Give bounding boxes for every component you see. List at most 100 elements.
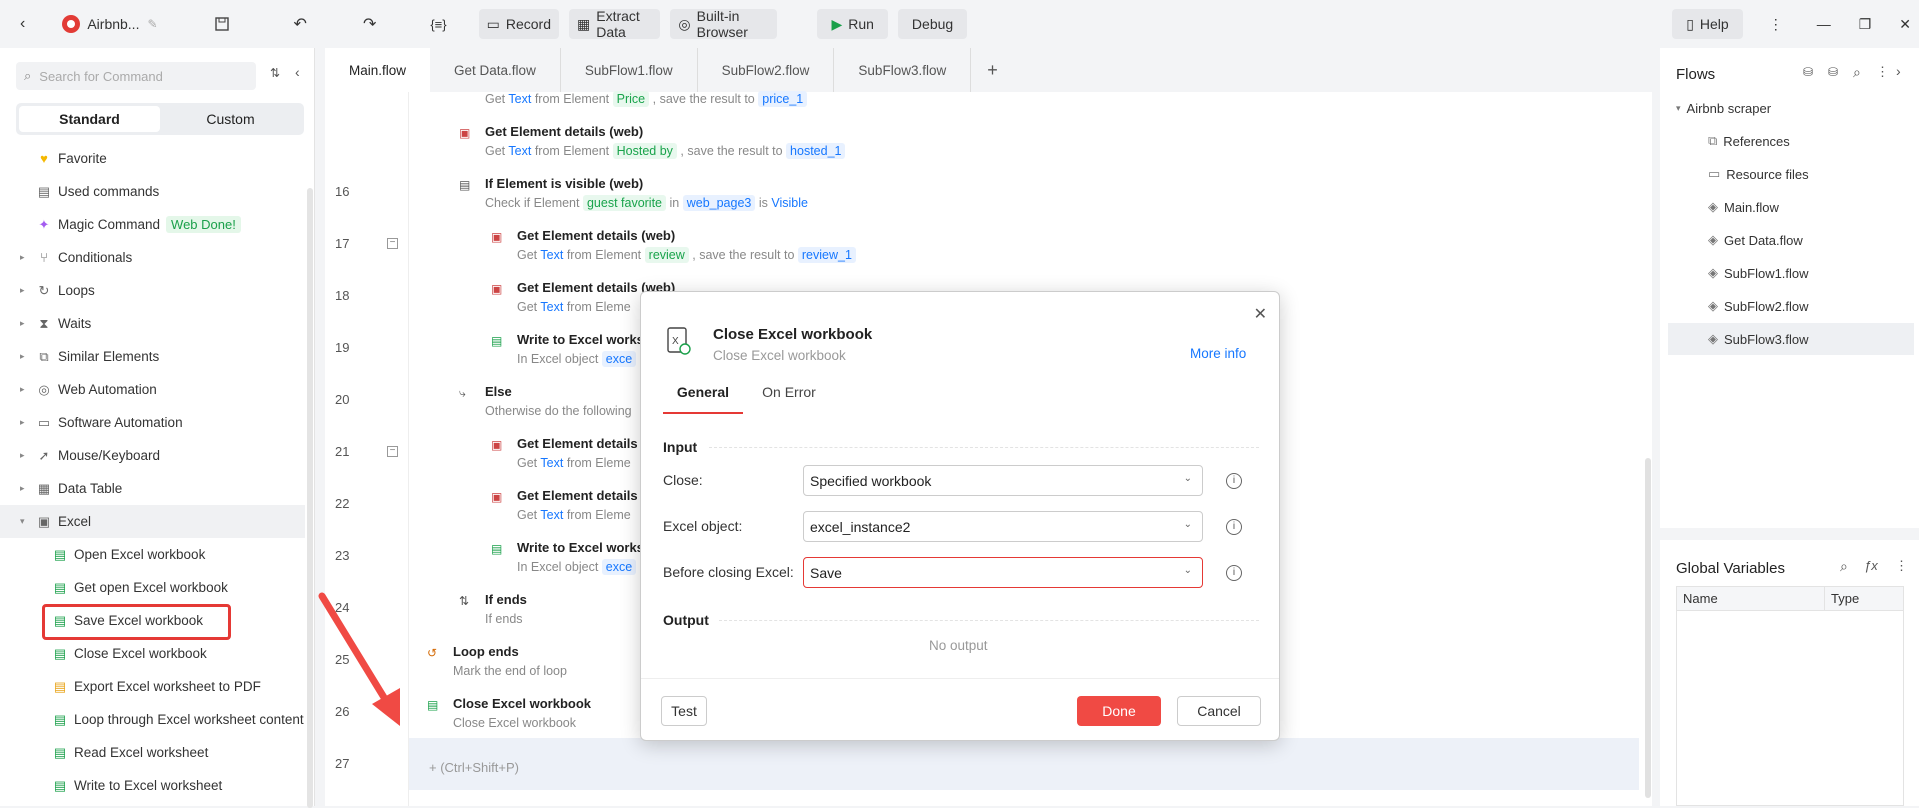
excel-item-loop-worksheet[interactable]: ▤ Loop through Excel worksheet content — [0, 703, 305, 736]
info-icon[interactable]: i — [1226, 565, 1242, 581]
save-icon[interactable] — [206, 9, 238, 39]
sidebar-item-waits[interactable]: ▸ ⧗ Waits — [0, 307, 305, 340]
flow-item-subflow1[interactable]: ◈ SubFlow1.flow — [1708, 257, 1919, 289]
flow-step-21[interactable]: ⤷ Else Otherwise do the following — [459, 384, 632, 418]
edit-name-icon[interactable]: ✎ — [147, 9, 165, 39]
tab-subflow3[interactable]: SubFlow3.flow — [834, 48, 972, 92]
sidebar-item-data-table[interactable]: ▸ ▦ Data Table — [0, 472, 305, 505]
cancel-button[interactable]: Cancel — [1177, 696, 1261, 726]
sidebar-item-excel[interactable]: ▾ ▣ Excel — [0, 505, 305, 538]
info-icon[interactable]: i — [1226, 519, 1242, 535]
tab-on-error[interactable]: On Error — [749, 384, 829, 414]
back-arrow-icon[interactable]: ‹ — [12, 9, 33, 39]
flow-item-resource-files[interactable]: ▭ Resource files — [1708, 158, 1919, 190]
run-button[interactable]: ▶ Run — [817, 9, 888, 39]
restore-icon[interactable]: ❐ — [1851, 9, 1880, 39]
flow-item-main[interactable]: ◈ Main.flow — [1708, 191, 1919, 223]
add-step-hint[interactable]: + (Ctrl+Shift+P) — [429, 760, 519, 775]
word: from Eleme — [566, 456, 631, 470]
sidebar-item-web-automation[interactable]: ▸ ◎ Web Automation — [0, 373, 305, 406]
record-button[interactable]: ▭ Record — [478, 9, 559, 39]
globe-icon: ◎ — [678, 15, 691, 32]
flow-step-20[interactable]: ▤ Write to Excel works In Excel object e… — [491, 332, 644, 367]
variables-icon[interactable]: {≡} — [422, 9, 454, 39]
excel-item-get-open-workbook[interactable]: ▤ Get open Excel workbook — [0, 571, 305, 604]
debug-button[interactable]: Debug — [897, 9, 968, 39]
function-icon[interactable]: ƒx — [1864, 558, 1878, 573]
fold-toggle-icon[interactable]: − — [387, 238, 398, 249]
editor-scrollbar[interactable] — [1645, 458, 1651, 798]
flow-step-27[interactable]: ▤ Close Excel workbook Close Excel workb… — [427, 696, 591, 730]
add-tab-button[interactable]: + — [971, 48, 1014, 92]
sidebar-item-magic-command[interactable]: ✦ Magic Command Web Done! — [0, 208, 305, 241]
excel-item-label: Export Excel worksheet to PDF — [74, 679, 261, 694]
tab-subflow2[interactable]: SubFlow2.flow — [698, 48, 835, 92]
tab-custom[interactable]: Custom — [160, 106, 301, 132]
excel-item-export-pdf[interactable]: ▤ Export Excel worksheet to PDF — [0, 670, 305, 703]
tab-general[interactable]: General — [663, 384, 743, 414]
sidebar-item-software-automation[interactable]: ▸ ▭ Software Automation — [0, 406, 305, 439]
more-menu-icon[interactable]: ⋮ — [1761, 9, 1791, 39]
sidebar-item-similar-elements[interactable]: ▸ ⧉ Similar Elements — [0, 340, 305, 373]
excel-item-label: Get open Excel workbook — [74, 580, 228, 595]
column-name: Name — [1677, 587, 1825, 610]
more-info-link[interactable]: More info — [1190, 346, 1246, 361]
flow-step-26[interactable]: ↺ Loop ends Mark the end of loop — [427, 644, 567, 678]
tab-get-data-flow[interactable]: Get Data.flow — [430, 48, 561, 92]
flow-step-15[interactable]: Get Text from Element Price , save the r… — [485, 91, 808, 107]
tab-standard[interactable]: Standard — [19, 106, 160, 132]
help-button[interactable]: ▯ Help — [1672, 9, 1743, 39]
flow-step-24[interactable]: ▤ Write to Excel works In Excel object e… — [491, 540, 644, 575]
sidebar-item-conditionals[interactable]: ▸ ⑂ Conditionals — [0, 241, 305, 274]
close-select[interactable]: Specified workbook ⌄ — [803, 465, 1203, 496]
copy-icon: ⧉ — [39, 348, 49, 364]
project-node[interactable]: ▾ Airbnb scraper — [1676, 92, 1919, 124]
layers-icon: ◈ — [1708, 232, 1718, 247]
excel-item-open-workbook[interactable]: ▤ Open Excel workbook — [0, 538, 305, 571]
flow-step-25[interactable]: ⇅ If ends If ends — [459, 592, 527, 626]
collapse-sidebar-icon[interactable]: ‹ — [295, 64, 300, 80]
flow-step-17[interactable]: ▤ If Element is visible (web) Check if E… — [459, 176, 808, 211]
info-icon[interactable]: i — [1226, 473, 1242, 489]
sidebar-item-mouse-keyboard[interactable]: ▸ ➚ Mouse/Keyboard — [0, 439, 305, 472]
excel-item-read-worksheet[interactable]: ▤ Read Excel worksheet — [0, 736, 305, 769]
sidebar-scrollbar[interactable] — [307, 188, 313, 808]
add-subflow-icon[interactable]: ⛁ — [1828, 65, 1838, 79]
flow-step-18[interactable]: ▣ Get Element details (web) Get Text fro… — [491, 228, 856, 263]
sidebar-item-used-commands[interactable]: ▤ Used commands — [0, 175, 305, 208]
tab-main-flow[interactable]: Main.flow — [325, 48, 431, 92]
flow-step-16[interactable]: ▣ Get Element details (web) Get Text fro… — [459, 124, 846, 159]
undo-icon[interactable]: ↶ — [286, 9, 315, 39]
minimize-icon[interactable]: — — [1809, 9, 1839, 39]
flow-item-subflow3[interactable]: ◈ SubFlow3.flow — [1668, 323, 1914, 355]
before-closing-select[interactable]: Save ⌄ — [803, 557, 1203, 588]
search-variables-icon[interactable]: ⌕ — [1840, 558, 1848, 575]
tab-subflow1[interactable]: SubFlow1.flow — [561, 48, 698, 92]
flow-item-subflow2[interactable]: ◈ SubFlow2.flow — [1708, 290, 1919, 322]
search-input[interactable]: ⌕ Search for Command — [16, 62, 256, 90]
search-flows-icon[interactable]: ⌕ — [1853, 64, 1861, 81]
excel-item-close-workbook[interactable]: ▤ Close Excel workbook — [0, 637, 305, 670]
close-window-icon[interactable]: ✕ — [1891, 9, 1919, 39]
more-icon[interactable]: ⋮ — [1876, 64, 1889, 80]
excel-item-write-worksheet[interactable]: ▤ Write to Excel worksheet — [0, 769, 305, 802]
close-dialog-icon[interactable]: ✕ — [1254, 304, 1267, 324]
collapse-panel-icon[interactable]: › — [1896, 63, 1901, 79]
add-flow-icon[interactable]: ⛁ — [1803, 65, 1813, 79]
redo-icon[interactable]: ↷ — [355, 9, 384, 39]
fold-toggle-icon[interactable]: − — [387, 446, 398, 457]
built-in-browser-button[interactable]: ◎ Built-in Browser — [670, 8, 778, 40]
word: Check if Element — [485, 196, 580, 210]
extract-data-button[interactable]: ▦ Extract Data — [569, 8, 661, 40]
test-button[interactable]: Test — [661, 696, 707, 726]
excel-object-select[interactable]: excel_instance2 ⌄ — [803, 511, 1203, 542]
flow-item-references[interactable]: ⧉ References — [1708, 125, 1919, 157]
sidebar-item-favorite[interactable]: ♥ Favorite — [0, 142, 305, 175]
done-button[interactable]: Done — [1077, 696, 1161, 726]
sort-icon[interactable]: ⇅ — [270, 66, 280, 80]
sidebar-item-loops[interactable]: ▸ ↻ Loops — [0, 274, 305, 307]
more-icon[interactable]: ⋮ — [1895, 558, 1908, 574]
flow-step-22[interactable]: ▣ Get Element details Get Text from Elem… — [491, 436, 638, 470]
flow-item-get-data[interactable]: ◈ Get Data.flow — [1708, 224, 1919, 256]
flow-step-23[interactable]: ▣ Get Element details Get Text from Elem… — [491, 488, 638, 522]
